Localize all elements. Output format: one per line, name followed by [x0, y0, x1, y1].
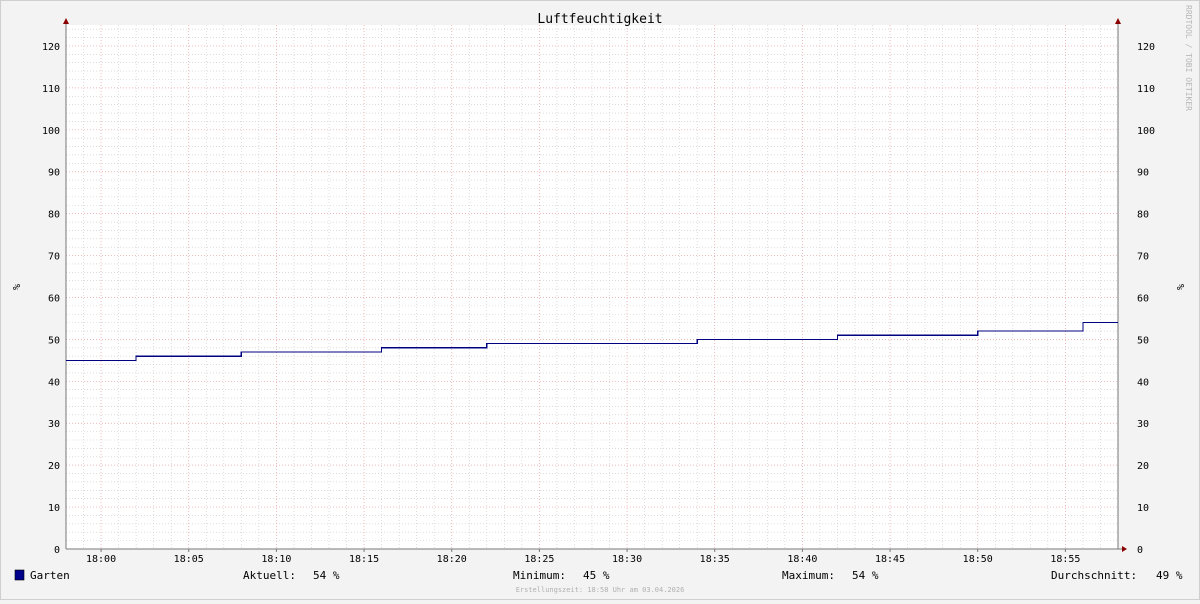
ytick-label-right: 90 [1137, 168, 1149, 179]
legend-maximum-value: 54 % [852, 569, 879, 582]
ytick-label-left: 40 [48, 377, 60, 388]
ytick-label-right: 110 [1137, 84, 1155, 95]
watermark: RRDTOOL / TOBI OETIKER [1184, 5, 1193, 111]
ytick-label-right: 20 [1137, 461, 1149, 472]
xtick-label: 18:40 [787, 554, 817, 565]
legend-aktuell-value: 54 % [313, 569, 340, 582]
ytick-label-left: 70 [48, 252, 60, 263]
ytick-label-left: 0 [54, 545, 60, 556]
ytick-label-left: 120 [42, 42, 60, 53]
chart-title: Luftfeuchtigkeit [537, 12, 662, 27]
ytick-label-left: 90 [48, 168, 60, 179]
legend-maximum-label: Maximum: [782, 569, 835, 582]
ytick-label-left: 20 [48, 461, 60, 472]
ytick-label-left: 50 [48, 335, 60, 346]
ytick-label-right: 50 [1137, 335, 1149, 346]
footer-timestamp: Erstellungszeit: 18:58 Uhr am 03.04.2026 [516, 586, 685, 594]
xtick-label: 18:35 [700, 554, 730, 565]
ytick-label-right: 70 [1137, 252, 1149, 263]
ytick-label-right: 0 [1137, 545, 1143, 556]
ylabel-right: % [1174, 284, 1185, 290]
legend-minimum-label: Minimum: [513, 569, 566, 582]
xtick-label: 18:20 [437, 554, 467, 565]
ytick-label-left: 110 [42, 84, 60, 95]
chart: 0 0 10 10 20 20 30 30 40 40 50 50 60 60 70 70 80 80 90 90 10… [0, 0, 1200, 600]
ytick-label-left: 80 [48, 210, 60, 221]
xtick-label: 18:10 [261, 554, 291, 565]
legend-minimum-value: 45 % [583, 569, 610, 582]
xtick-label: 18:45 [875, 554, 905, 565]
ytick-label-right: 80 [1137, 210, 1149, 221]
ytick-label-left: 10 [48, 503, 60, 514]
xtick-label: 18:00 [86, 554, 116, 565]
ytick-label-left: 100 [42, 126, 60, 137]
chart-svg: 0 0 10 10 20 20 30 30 40 40 50 50 60 60 70 70 80 80 90 90 10… [0, 0, 1200, 600]
legend-aktuell-label: Aktuell: [243, 569, 296, 582]
ytick-label-right: 100 [1137, 126, 1155, 137]
ytick-label-right: 10 [1137, 503, 1149, 514]
xtick-label: 18:55 [1050, 554, 1080, 565]
xtick-label: 18:05 [174, 554, 204, 565]
legend-swatch [14, 569, 25, 581]
ytick-label-right: 60 [1137, 293, 1149, 304]
legend-durchschnitt-label: Durchschnitt: [1051, 569, 1137, 582]
ytick-label-right: 120 [1137, 42, 1155, 53]
xtick-label: 18:30 [612, 554, 642, 565]
legend-series-name: Garten [30, 569, 70, 582]
ytick-label-left: 60 [48, 293, 60, 304]
ytick-label-left: 30 [48, 419, 60, 430]
ytick-label-right: 30 [1137, 419, 1149, 430]
ylabel-left: % [10, 284, 21, 290]
xtick-label: 18:50 [963, 554, 993, 565]
xtick-label: 18:25 [524, 554, 554, 565]
xtick-label: 18:15 [349, 554, 379, 565]
legend-durchschnitt-value: 49 % [1156, 569, 1183, 582]
ytick-label-right: 40 [1137, 377, 1149, 388]
